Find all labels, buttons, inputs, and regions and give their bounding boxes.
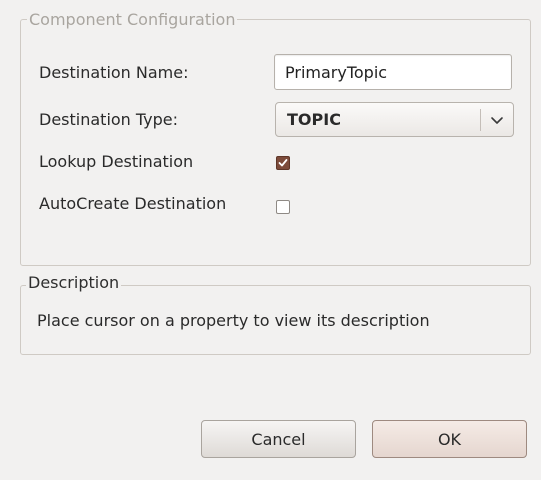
ok-button[interactable]: OK [372,420,527,458]
destination-type-value: TOPIC [287,110,341,129]
autocreate-destination-label: AutoCreate Destination [39,194,227,213]
component-configuration-title: Component Configuration [27,10,238,30]
lookup-destination-label: Lookup Destination [39,152,194,171]
lookup-destination-checkbox[interactable] [276,156,290,170]
chevron-down-icon [491,117,503,124]
select-divider [480,109,481,131]
cancel-button[interactable]: Cancel [201,420,356,458]
destination-type-label: Destination Type: [39,110,179,129]
destination-name-label: Destination Name: [39,63,189,82]
description-text: Place cursor on a property to view its d… [37,311,430,330]
checkmark-icon [278,159,288,167]
destination-type-select[interactable]: TOPIC [275,102,514,137]
description-title: Description [26,273,122,293]
autocreate-destination-checkbox[interactable] [276,200,290,214]
destination-name-input[interactable] [274,54,512,90]
